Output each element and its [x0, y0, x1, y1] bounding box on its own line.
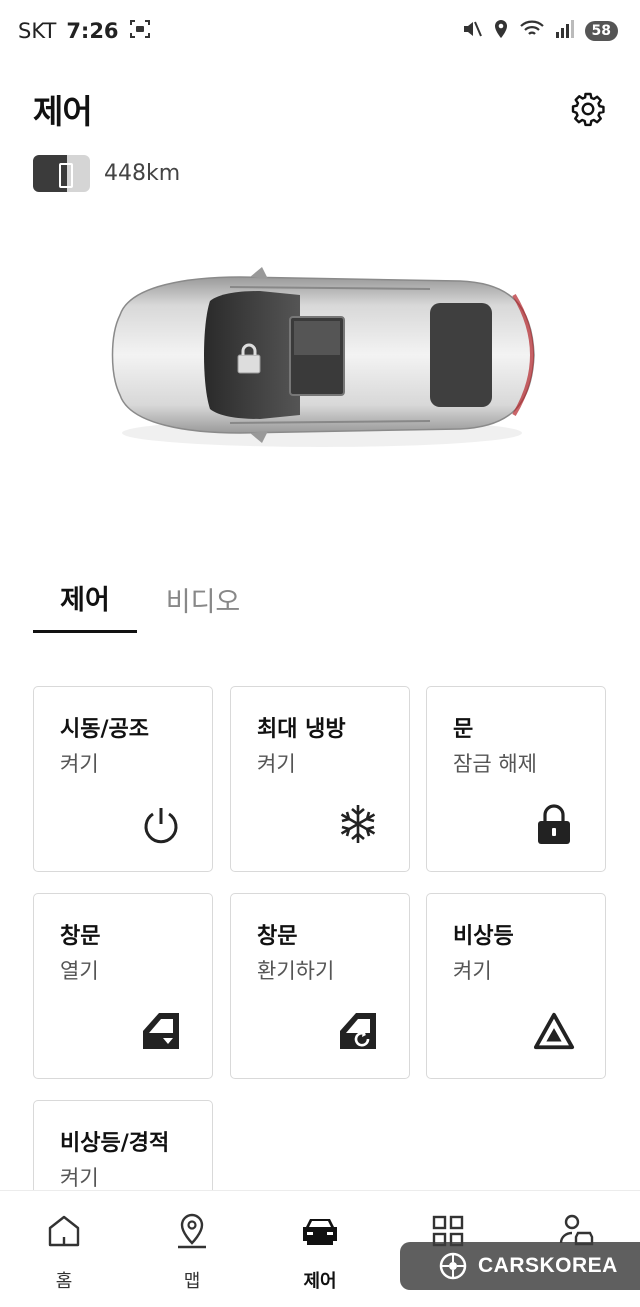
location-icon [493, 19, 509, 44]
nav-map[interactable]: 맵 [128, 1191, 256, 1307]
card-subtitle: 켜기 [257, 752, 296, 776]
tab-control[interactable]: 제어 [33, 565, 137, 633]
nav-control[interactable]: 제어 [256, 1191, 384, 1307]
mute-vibrate-icon [461, 19, 483, 44]
hazard-lights-card[interactable]: 비상등 켜기 [426, 893, 606, 1079]
window-open-card[interactable]: 창문 열기 [33, 893, 213, 1079]
page-header: 제어 [33, 84, 608, 134]
nav-label: 홈 [55, 1271, 73, 1292]
watermark-text: CARSKOREA [478, 1254, 618, 1277]
window-open-icon [140, 1010, 182, 1052]
tab-video[interactable]: 비디오 [151, 565, 255, 633]
card-title: 비상등 [453, 924, 514, 949]
card-subtitle: 켜기 [453, 959, 492, 983]
power-icon [140, 803, 182, 845]
engine-climate-card[interactable]: 시동/공조 켜기 [33, 686, 213, 872]
card-title: 창문 [60, 924, 101, 949]
screenshot-icon [129, 19, 151, 44]
watermark: CARSKOREA [400, 1242, 640, 1290]
card-subtitle: 켜기 [60, 752, 99, 776]
settings-button[interactable] [568, 89, 608, 129]
window-vent-icon [337, 1010, 379, 1052]
nav-home[interactable]: 홈 [0, 1191, 128, 1307]
signal-icon [555, 19, 575, 44]
map-pin-icon [172, 1211, 212, 1251]
nav-label: 맵 [183, 1271, 201, 1292]
vehicle-image [100, 255, 540, 465]
window-vent-card[interactable]: 창문 환기하기 [230, 893, 410, 1079]
card-title: 시동/공조 [60, 717, 149, 742]
card-title: 최대 냉방 [257, 717, 346, 742]
card-subtitle: 환기하기 [257, 959, 335, 983]
card-title: 창문 [257, 924, 298, 949]
status-bar: SKT 7:26 58 [0, 0, 640, 62]
nav-label: 제어 [303, 1271, 337, 1292]
snowflake-icon [337, 803, 379, 845]
wheel-logo-icon [439, 1252, 467, 1280]
range-indicator: 448km [33, 155, 180, 192]
fuel-gauge-icon [33, 155, 90, 192]
home-icon [44, 1211, 84, 1251]
tab-bar: 제어 비디오 [33, 565, 608, 633]
battery-indicator: 58 [584, 21, 618, 41]
card-subtitle: 열기 [60, 959, 99, 983]
wifi-icon [519, 19, 545, 44]
card-title: 문 [453, 717, 474, 742]
clock: 7:26 [66, 19, 119, 43]
card-subtitle: 켜기 [60, 1166, 99, 1190]
door-lock-card[interactable]: 문 잠금 해제 [426, 686, 606, 872]
card-title: 비상등/경적 [60, 1131, 170, 1156]
gear-icon [571, 92, 605, 127]
lock-icon [533, 803, 575, 845]
range-value: 448km [104, 161, 181, 186]
card-subtitle: 잠금 해제 [453, 752, 537, 776]
hazard-icon [533, 1010, 575, 1052]
page-title: 제어 [33, 92, 93, 131]
carrier-label: SKT [18, 19, 57, 43]
car-icon [300, 1211, 340, 1251]
max-cooling-card[interactable]: 최대 냉방 켜기 [230, 686, 410, 872]
